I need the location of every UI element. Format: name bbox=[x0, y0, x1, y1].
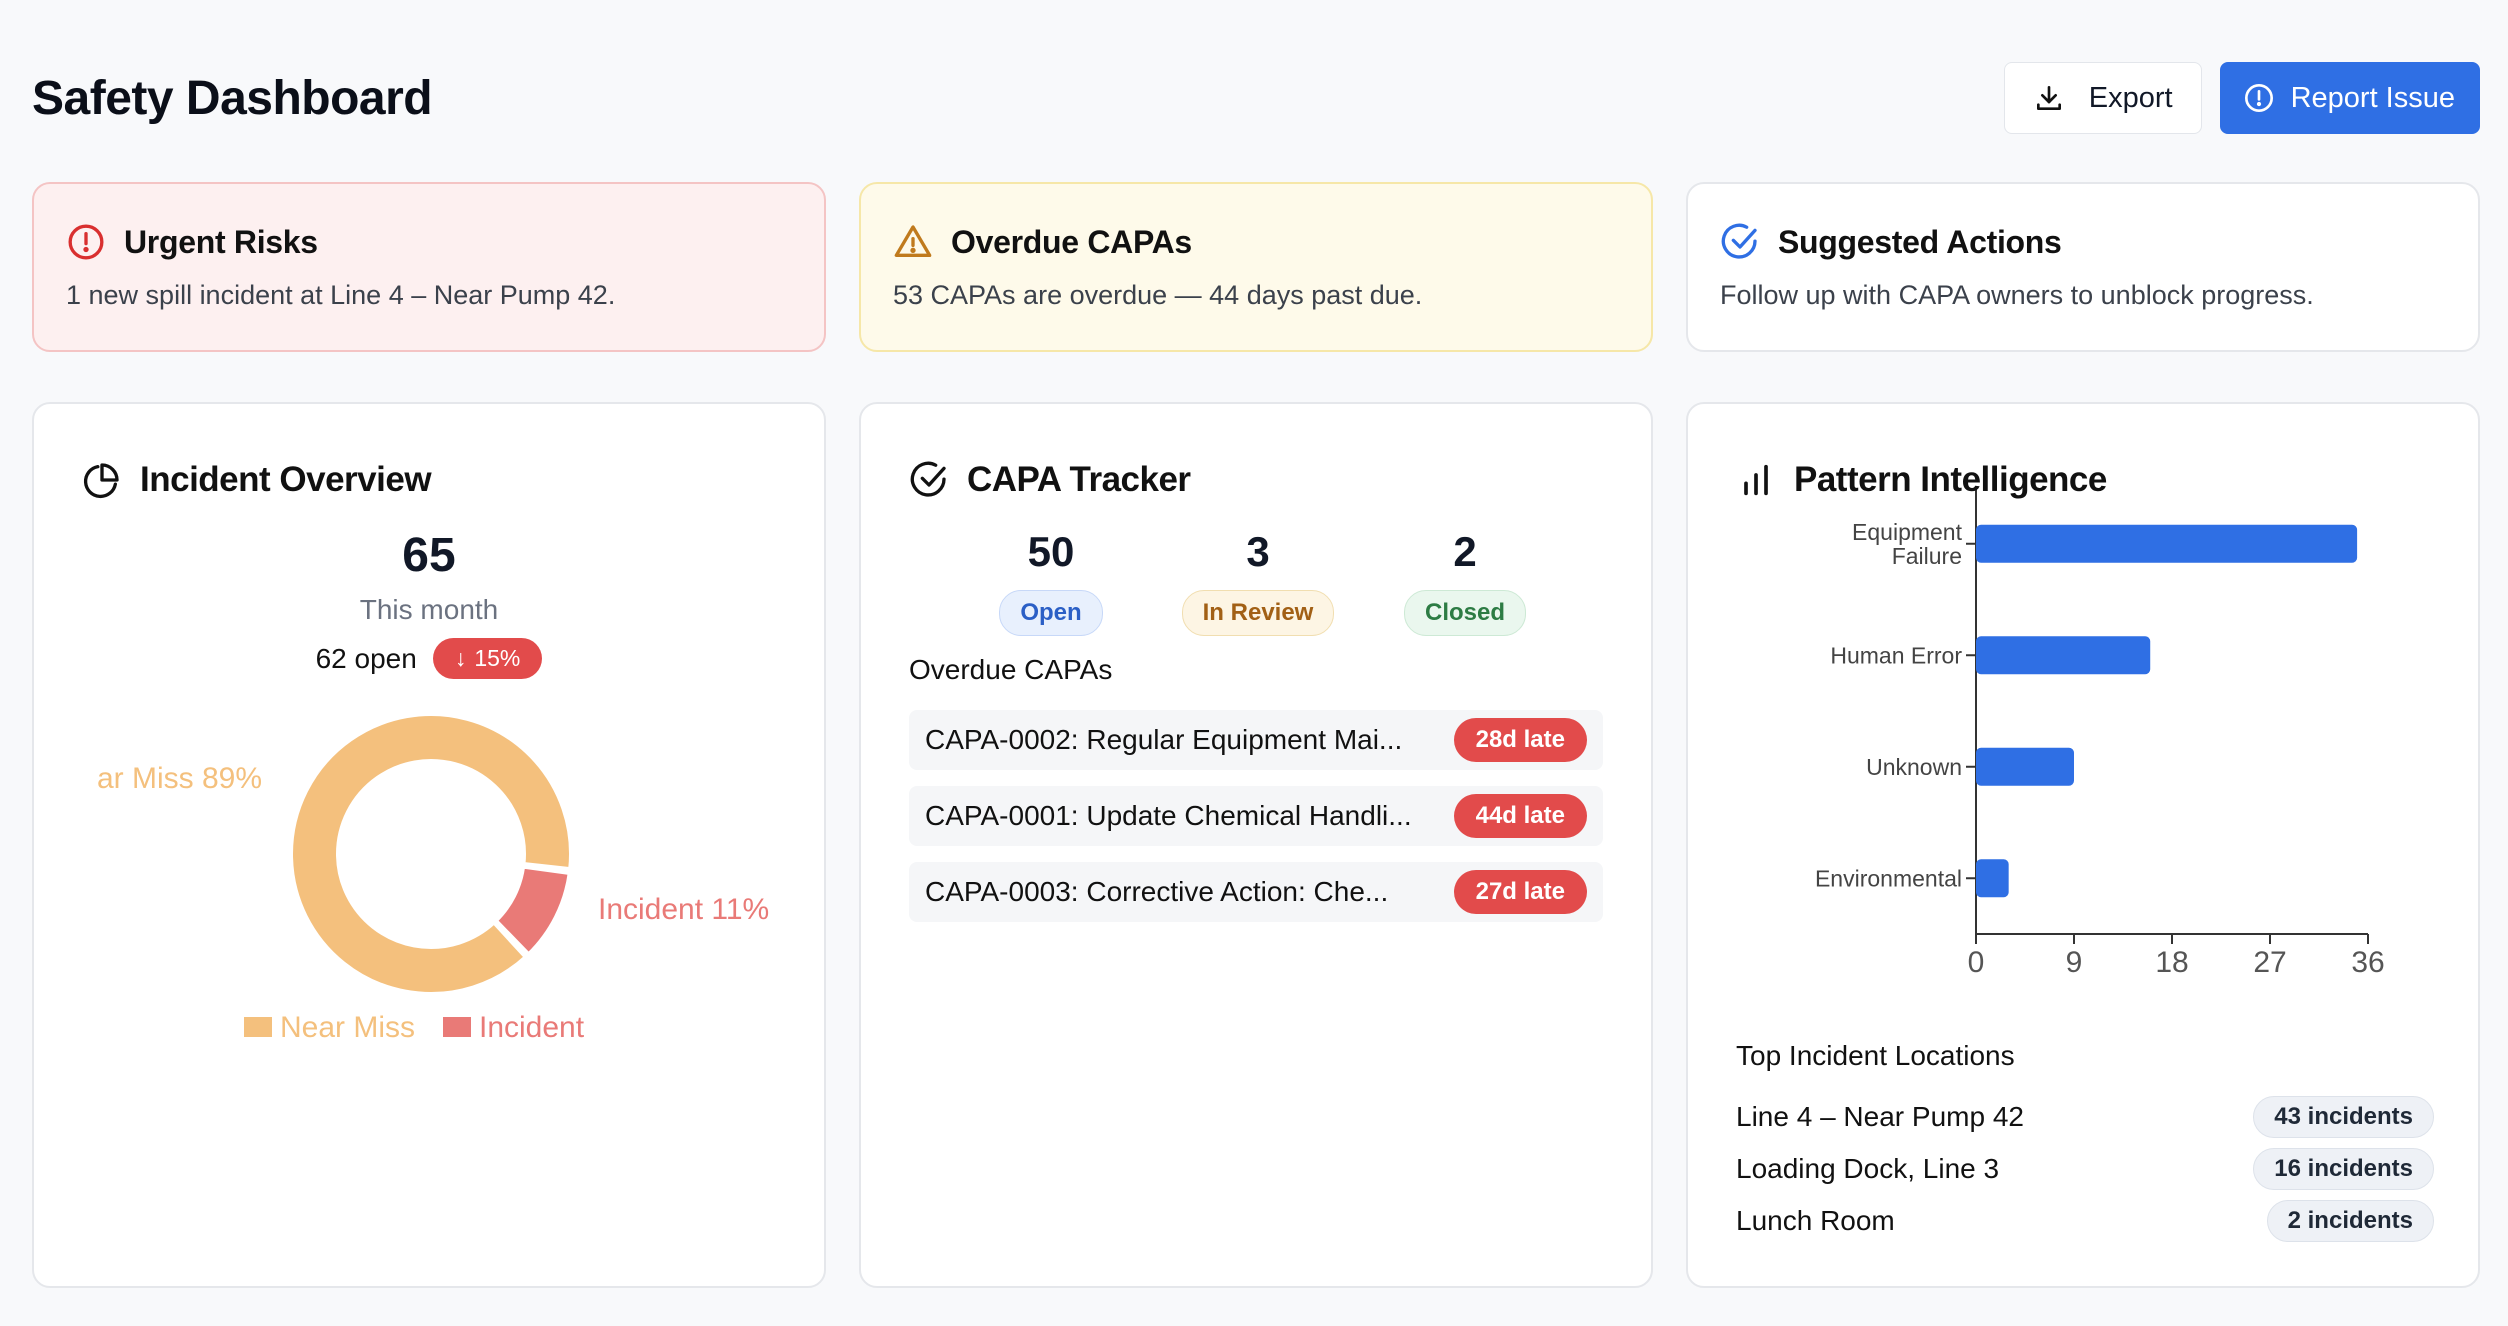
capa-tracker-title: CAPA Tracker bbox=[967, 460, 1191, 499]
location-name: Lunch Room bbox=[1736, 1205, 1895, 1236]
pattern-intelligence-title: Pattern Intelligence bbox=[1794, 460, 2107, 499]
incident-legend-swatch bbox=[443, 1017, 471, 1037]
report-issue-button[interactable]: Report Issue bbox=[2219, 62, 2480, 134]
report-issue-label: Report Issue bbox=[2290, 81, 2455, 114]
capa-tracker-header: CAPA Tracker bbox=[909, 460, 1191, 500]
capa-name: CAPA-0003: Corrective Action: Che... bbox=[925, 876, 1389, 907]
incident-slice-label: Incident 11% bbox=[598, 893, 769, 926]
overdue-capas-header: Overdue CAPAs bbox=[893, 222, 1619, 262]
trend-value: 15% bbox=[474, 645, 521, 671]
urgent-risks-text: 1 new spill incident at Line 4 – Near Pu… bbox=[66, 280, 616, 310]
late-badge: 27d late bbox=[1453, 870, 1587, 914]
stat-closed-pill[interactable]: Closed bbox=[1403, 590, 1526, 636]
alert-circle-icon bbox=[68, 224, 104, 260]
incident-overview-card: ar Miss 89% Incident 11% Near Miss Incident… bbox=[32, 402, 826, 1288]
near-miss-legend-swatch bbox=[244, 1017, 272, 1037]
y-tick-label: Environmental bbox=[1815, 865, 1962, 891]
capa-row[interactable]: CAPA-0002: Regular Equipment Mai... 28d … bbox=[909, 710, 1603, 770]
location-row: Lunch Room 2 incidents bbox=[1736, 1200, 2434, 1242]
bar bbox=[1976, 859, 2009, 898]
capa-row[interactable]: CAPA-0003: Corrective Action: Che... 27d… bbox=[909, 862, 1603, 922]
arrow-down-icon: ↓ bbox=[454, 645, 467, 671]
pattern-intelligence-card: Equipment Failure Human Error Unknown Enviro… bbox=[1686, 402, 2480, 1288]
x-tick-label: 36 bbox=[2351, 946, 2384, 979]
location-name: Line 4 – Near Pump 42 bbox=[1736, 1101, 2024, 1132]
bar bbox=[1976, 636, 2151, 675]
incident-legend-label: Incident bbox=[479, 1011, 585, 1044]
location-count-badge: 16 incidents bbox=[2253, 1148, 2434, 1190]
capa-tracker-card: CAPA Tracker 50 Open 3 In Review 2 Close… bbox=[859, 402, 1653, 1288]
overdue-capas-label: Overdue CAPAs bbox=[909, 654, 1113, 685]
stat-open-value: 50 bbox=[1027, 528, 1075, 575]
warning-triangle-icon bbox=[894, 225, 932, 257]
y-tick-label: Failure bbox=[1892, 543, 1962, 569]
suggested-actions-title: Suggested Actions bbox=[1778, 223, 2062, 260]
y-tick-label: Unknown bbox=[1866, 754, 1962, 780]
urgent-risks-header: Urgent Risks bbox=[66, 222, 792, 262]
x-tick-label: 9 bbox=[2066, 946, 2083, 979]
top-locations-title: Top Incident Locations bbox=[1736, 1040, 2015, 1071]
suggested-actions-text: Follow up with CAPA owners to unblock pr… bbox=[1720, 280, 2314, 310]
incident-total: 65 bbox=[402, 529, 456, 582]
bar bbox=[1976, 747, 2074, 786]
stat-closed: 2 Closed bbox=[1355, 528, 1575, 636]
stat-closed-value: 2 bbox=[1453, 528, 1477, 575]
location-name: Loading Dock, Line 3 bbox=[1736, 1153, 2000, 1184]
suggested-actions-header: Suggested Actions bbox=[1720, 222, 2446, 262]
stat-open: 50 Open bbox=[941, 528, 1161, 636]
stat-open-pill[interactable]: Open bbox=[999, 590, 1103, 636]
export-button[interactable]: Export bbox=[2003, 62, 2202, 134]
x-tick-label: 0 bbox=[1968, 946, 1985, 979]
export-label: Export bbox=[2088, 81, 2173, 114]
location-count-badge: 2 incidents bbox=[2266, 1200, 2434, 1242]
y-tick-label: Human Error bbox=[1830, 642, 1962, 668]
incident-period: This month bbox=[359, 594, 499, 625]
stat-in-review-pill[interactable]: In Review bbox=[1181, 590, 1335, 636]
location-count-badge: 43 incidents bbox=[2253, 1096, 2434, 1138]
y-tick-label: Equipment bbox=[1852, 519, 1963, 545]
urgent-risks-alert: Urgent Risks 1 new spill incident at Lin… bbox=[32, 182, 826, 352]
download-icon bbox=[2036, 86, 2061, 110]
near-miss-legend-label: Near Miss bbox=[280, 1011, 415, 1044]
open-incidents-row: 62 open ↓ 15% bbox=[34, 638, 824, 679]
capa-name: CAPA-0001: Update Chemical Handli... bbox=[925, 800, 1412, 831]
incident-overview-title: Incident Overview bbox=[140, 460, 432, 499]
header-actions: Export Report Issue bbox=[2003, 62, 2480, 134]
near-miss-slice-label: ar Miss 89% bbox=[97, 762, 262, 795]
stat-in-review-value: 3 bbox=[1246, 528, 1270, 575]
late-badge: 28d late bbox=[1453, 718, 1587, 762]
trend-badge: ↓ 15% bbox=[432, 638, 543, 679]
page-title: Safety Dashboard bbox=[32, 71, 433, 125]
capa-name: CAPA-0002: Regular Equipment Mai... bbox=[925, 724, 1403, 755]
capa-row[interactable]: CAPA-0001: Update Chemical Handli... 44d… bbox=[909, 786, 1603, 846]
page-header: Safety Dashboard Export Report Issue bbox=[32, 62, 2480, 134]
overdue-capas-title: Overdue CAPAs bbox=[951, 223, 1192, 260]
open-incidents-count: 62 open bbox=[315, 642, 417, 674]
pie-chart-icon bbox=[83, 463, 119, 499]
bar-chart-icon bbox=[1744, 464, 1768, 496]
bar bbox=[1976, 524, 2358, 563]
check-circle-icon bbox=[1721, 223, 1757, 259]
check-circle-icon bbox=[910, 461, 946, 497]
incident-overview-header: Incident Overview bbox=[82, 460, 432, 500]
stat-in-review: 3 In Review bbox=[1148, 528, 1368, 636]
late-badge: 44d late bbox=[1453, 794, 1587, 838]
overdue-capas-alert: Overdue CAPAs 53 CAPAs are overdue — 44 … bbox=[859, 182, 1653, 352]
location-row: Loading Dock, Line 3 16 incidents bbox=[1736, 1148, 2434, 1190]
x-tick-label: 18 bbox=[2155, 946, 2188, 979]
x-tick-label: 27 bbox=[2253, 946, 2286, 979]
suggested-actions-alert: Suggested Actions Follow up with CAPA ow… bbox=[1686, 182, 2480, 352]
urgent-risks-title: Urgent Risks bbox=[124, 223, 318, 260]
overdue-capas-text: 53 CAPAs are overdue — 44 days past due. bbox=[893, 280, 1423, 310]
pattern-intelligence-header: Pattern Intelligence bbox=[1736, 460, 2107, 500]
alert-circle-icon bbox=[2244, 84, 2273, 112]
location-row: Line 4 – Near Pump 42 43 incidents bbox=[1736, 1096, 2434, 1138]
